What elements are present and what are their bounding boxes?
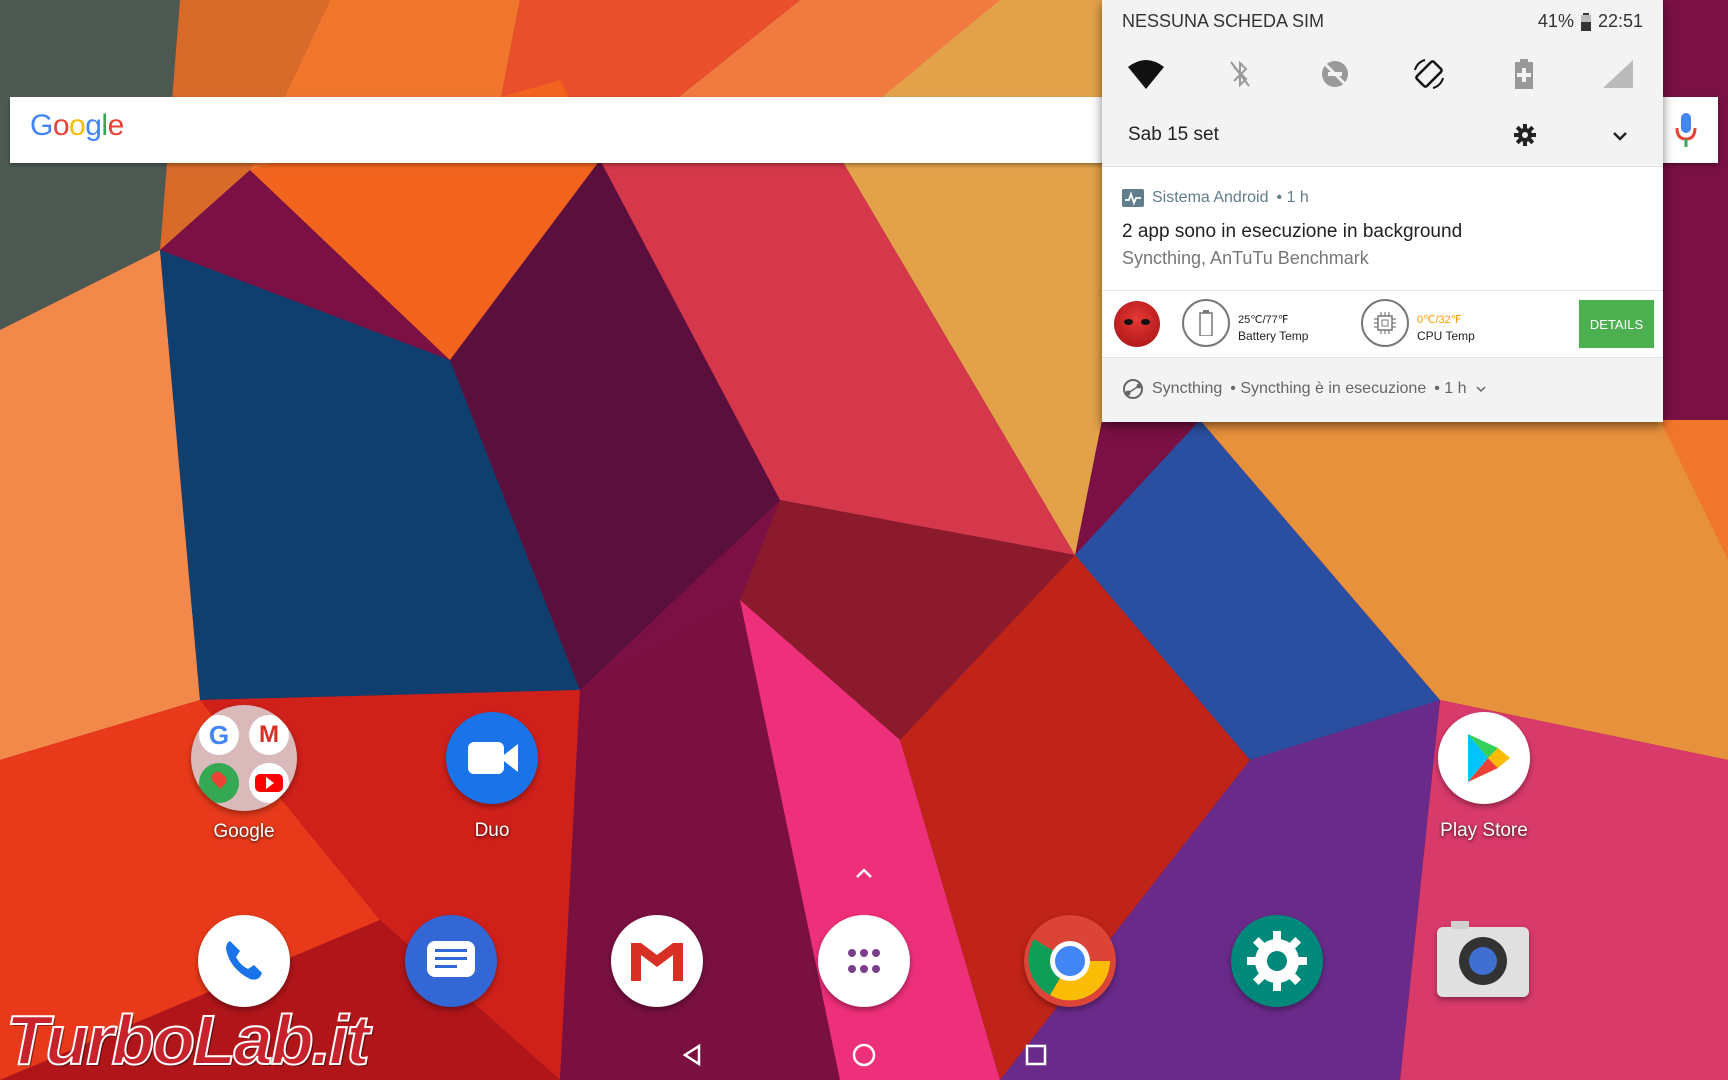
settings-icon[interactable] [1231,915,1323,1007]
battery-temp-value: 25℃/77℉ [1238,314,1289,326]
syncthing-row: Syncthing • Syncthing è in esecuzione • … [1122,378,1487,400]
gmail-icon[interactable] [611,915,703,1007]
quick-settings-tiles [1126,54,1646,98]
app-label-play-store: Play Store [1440,820,1528,841]
chevron-down-icon[interactable] [1610,126,1630,146]
expand-chevron-icon[interactable] [1475,383,1487,395]
notification-title: 2 app sono in esecuzione in background [1122,221,1463,242]
auto-rotate-icon[interactable] [1409,54,1449,94]
phone-icon[interactable] [198,915,290,1007]
antutu-logo-icon [1114,301,1160,347]
battery-temp-label: Battery Temp [1238,329,1309,343]
maps-mini-icon [199,763,239,803]
android-system-icon [1122,189,1144,207]
quick-settings-panel: NESSUNA SCHEDA SIM 41% 22:51 Sab 15 set [1102,0,1663,167]
duo-app[interactable]: Duo [412,712,572,842]
date-text: Sab 15 set [1128,124,1219,145]
app-drawer-icon[interactable] [818,915,910,1007]
syncthing-time: • 1 h [1434,380,1467,397]
syncthing-text: • Syncthing è in esecuzione [1230,380,1427,397]
youtube-mini-icon [249,763,289,803]
recents-button[interactable] [1006,1030,1066,1080]
play-store-app[interactable]: Play Store [1404,712,1564,842]
chevron-up-icon[interactable] [852,862,876,886]
wifi-icon[interactable] [1126,54,1166,94]
chrome-icon[interactable] [1024,915,1116,1007]
do-not-disturb-off-icon[interactable] [1315,54,1355,94]
camera-icon[interactable] [1437,915,1529,1007]
gmail-mini-icon: M [249,715,289,755]
home-icon [852,1043,876,1067]
syncthing-app-name: Syncthing [1152,380,1223,397]
battery-icon [1580,12,1591,31]
duo-icon [446,712,538,804]
cpu-temp-label: CPU Temp [1417,329,1475,343]
recents-icon [1025,1044,1047,1066]
notification-text: Syncthing, AnTuTu Benchmark [1122,248,1369,268]
back-button[interactable] [662,1030,722,1080]
notification-shade: NESSUNA SCHEDA SIM 41% 22:51 Sab 15 set … [1102,0,1663,422]
syncthing-icon [1123,379,1143,399]
clock: 22:51 [1597,11,1643,31]
google-folder[interactable]: G M Google [164,705,324,843]
cpu-temp-value: 0℃/32℉ [1417,314,1462,326]
details-button[interactable]: DETAILS [1579,300,1654,348]
google-app-icon: G [199,715,239,755]
play-store-icon [1438,712,1530,804]
battery-saver-icon[interactable] [1504,54,1544,94]
app-label-duo: Duo [474,820,510,841]
notification-header: Sistema Android • 1 h [1122,189,1309,207]
google-folder-icon: G M [191,705,297,811]
messages-icon[interactable] [405,915,497,1007]
battery-outline-icon [1182,299,1230,347]
status-bar: NESSUNA SCHEDA SIM 41% 22:51 [1122,11,1643,35]
microphone-icon[interactable] [1666,109,1706,151]
app-label-google: Google [213,821,275,842]
turbolab-watermark: TurboLab.it [5,1001,371,1079]
notification-android-system[interactable]: Sistema Android • 1 h 2 app sono in esec… [1102,167,1663,291]
google-logo: Google [30,109,124,142]
battery-percent: 41% [1537,11,1574,31]
notification-syncthing[interactable]: Syncthing • Syncthing è in esecuzione • … [1102,358,1663,422]
back-icon [682,1043,701,1067]
notification-time: • 1 h [1276,189,1309,206]
notification-antutu[interactable]: 25℃/77℉ Battery Temp 0℃/32℉ CPU Temp DET… [1102,291,1663,358]
cellular-signal-icon[interactable] [1598,54,1638,94]
bluetooth-off-icon[interactable] [1220,54,1260,94]
home-button[interactable] [834,1030,894,1080]
notification-app-name: Sistema Android [1152,189,1269,206]
carrier-text: NESSUNA SCHEDA SIM [1122,11,1325,31]
cpu-chip-icon [1361,299,1409,347]
settings-gear-icon[interactable] [1512,122,1538,148]
